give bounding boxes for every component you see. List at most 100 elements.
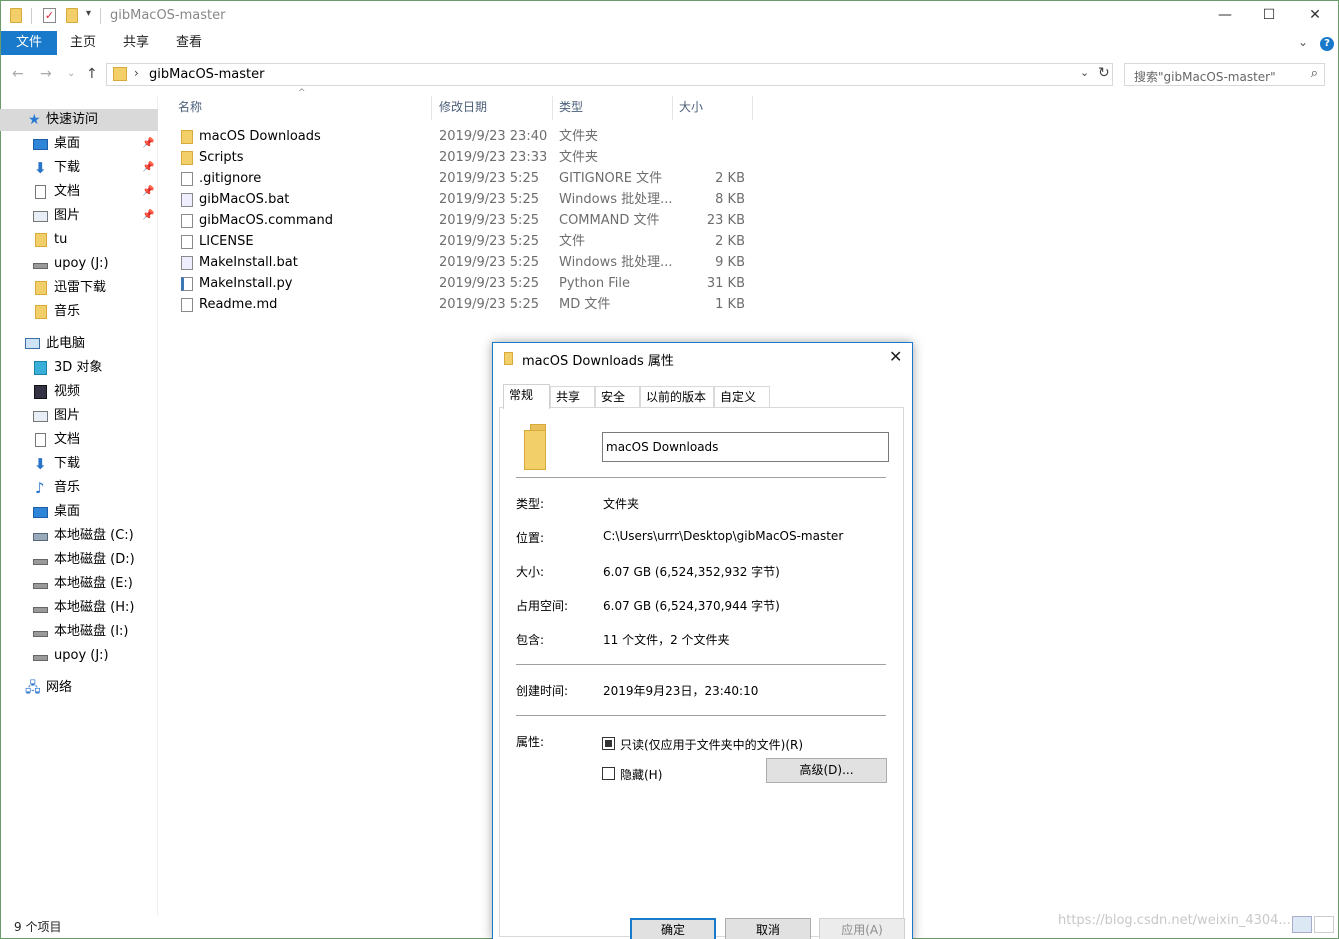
sidebar-item-upoy[interactable]: upoy (J:) bbox=[0, 253, 158, 275]
chevron-right-icon[interactable]: › bbox=[134, 66, 139, 80]
properties-quick-access-icon[interactable]: ✓ bbox=[43, 8, 56, 23]
navigation-bar: ← → ⌄ ↑ › gibMacOS-master ⌄ ↻ 搜索"gibMacO… bbox=[0, 60, 1339, 90]
sidebar-item-drive-d[interactable]: 本地磁盘 (D:) bbox=[0, 549, 158, 571]
pin-icon[interactable]: 📌 bbox=[142, 181, 154, 203]
large-icons-view-icon[interactable] bbox=[1314, 916, 1334, 933]
refresh-icon[interactable]: ↻ bbox=[1098, 65, 1110, 81]
maximize-button[interactable]: ☐ bbox=[1246, 0, 1292, 31]
close-button[interactable]: ✕ bbox=[1292, 0, 1338, 31]
tab-security[interactable]: 安全 bbox=[595, 386, 640, 408]
file-row[interactable]: MakeInstall.bat 2019/9/23 5:25 Windows 批… bbox=[170, 252, 760, 273]
file-row[interactable]: LICENSE 2019/9/23 5:25 文件 2 KB bbox=[170, 231, 760, 252]
tab-home[interactable]: 主页 bbox=[62, 31, 104, 55]
sidebar-item-videos[interactable]: 视频 bbox=[0, 381, 158, 403]
back-button[interactable]: ← bbox=[12, 66, 24, 82]
advanced-button[interactable]: 高级(D)... bbox=[766, 758, 887, 783]
address-path[interactable]: gibMacOS-master bbox=[149, 67, 264, 82]
sidebar-item-network[interactable]: 🖧 网络 bbox=[0, 677, 158, 699]
sidebar-item-desktop-pc[interactable]: 桌面 bbox=[0, 501, 158, 523]
tab-share[interactable]: 共享 bbox=[115, 31, 157, 55]
forward-button[interactable]: → bbox=[40, 66, 52, 82]
sidebar-item-pictures[interactable]: 图片 📌 bbox=[0, 205, 158, 227]
details-view-icon[interactable] bbox=[1292, 916, 1312, 933]
sidebar-item-drive-c[interactable]: 本地磁盘 (C:) bbox=[0, 525, 158, 547]
new-folder-quick-access-icon[interactable] bbox=[66, 8, 78, 23]
customize-quick-access-icon[interactable]: ▾ bbox=[86, 8, 91, 19]
location-value: C:\Users\urrr\Desktop\gibMacOS-master bbox=[603, 529, 844, 543]
sidebar-item-downloads[interactable]: ⬇ 下载 📌 bbox=[0, 157, 158, 179]
readonly-checkbox[interactable] bbox=[602, 737, 615, 750]
recent-locations-button[interactable]: ⌄ bbox=[67, 68, 75, 79]
sidebar-item-downloads-pc[interactable]: ⬇ 下载 bbox=[0, 453, 158, 475]
dialog-close-button[interactable]: ✕ bbox=[889, 347, 902, 366]
sidebar-item-drive-j[interactable]: upoy (J:) bbox=[0, 645, 158, 667]
file-row[interactable]: gibMacOS.command 2019/9/23 5:25 COMMAND … bbox=[170, 210, 760, 231]
column-header-type[interactable]: 类型 bbox=[559, 96, 669, 118]
sidebar-item-music[interactable]: ♪ 音乐 bbox=[0, 477, 158, 499]
properties-dialog: macOS Downloads 属性 ✕ 常规 共享 安全 以前的版本 自定义 … bbox=[492, 342, 913, 939]
pin-icon[interactable]: 📌 bbox=[142, 157, 154, 179]
file-modified: 2019/9/23 5:25 bbox=[439, 192, 539, 207]
sidebar-item-music-folder[interactable]: 音乐 bbox=[0, 301, 158, 323]
file-row[interactable]: macOS Downloads 2019/9/23 23:40 文件夹 bbox=[170, 126, 760, 147]
cancel-button[interactable]: 取消 bbox=[725, 918, 811, 939]
star-icon: ★ bbox=[28, 112, 41, 128]
address-dropdown-icon[interactable]: ⌄ bbox=[1080, 66, 1089, 79]
apply-button[interactable]: 应用(A) bbox=[819, 918, 905, 939]
column-divider[interactable] bbox=[672, 96, 673, 120]
file-row[interactable]: Scripts 2019/9/23 23:33 文件夹 bbox=[170, 147, 760, 168]
tab-file[interactable]: 文件 bbox=[1, 31, 57, 55]
folder-name-field[interactable] bbox=[602, 432, 889, 462]
sidebar-item-drive-i[interactable]: 本地磁盘 (I:) bbox=[0, 621, 158, 643]
file-modified: 2019/9/23 5:25 bbox=[439, 255, 539, 270]
ok-button[interactable]: 确定 bbox=[630, 918, 716, 939]
hidden-checkbox[interactable] bbox=[602, 767, 615, 780]
folder-icon bbox=[10, 8, 22, 23]
tab-previous-versions[interactable]: 以前的版本 bbox=[640, 386, 714, 408]
sidebar-item-quick-access[interactable]: ★ 快速访问 bbox=[0, 109, 158, 131]
sidebar-item-drive-h[interactable]: 本地磁盘 (H:) bbox=[0, 597, 158, 619]
sidebar-item-drive-e[interactable]: 本地磁盘 (E:) bbox=[0, 573, 158, 595]
sidebar-item-this-pc[interactable]: 此电脑 bbox=[0, 333, 158, 355]
file-row[interactable]: .gitignore 2019/9/23 5:25 GITIGNORE 文件 2… bbox=[170, 168, 760, 189]
file-name: gibMacOS.bat bbox=[199, 192, 290, 207]
sidebar-item-label: 下载 bbox=[54, 160, 81, 175]
hidden-label[interactable]: 隐藏(H) bbox=[620, 766, 662, 783]
sidebar-item-desktop[interactable]: 桌面 📌 bbox=[0, 133, 158, 155]
help-icon[interactable]: ? bbox=[1320, 37, 1334, 51]
minimize-button[interactable]: — bbox=[1202, 0, 1248, 31]
sidebar-item-label: 3D 对象 bbox=[54, 360, 103, 375]
tab-sharing[interactable]: 共享 bbox=[550, 386, 595, 408]
expand-ribbon-icon[interactable]: ⌄ bbox=[1298, 35, 1308, 49]
size-value: 6.07 GB (6,524,352,932 字节) bbox=[603, 565, 780, 579]
file-name: macOS Downloads bbox=[199, 129, 321, 144]
file-row[interactable]: gibMacOS.bat 2019/9/23 5:25 Windows 批处理.… bbox=[170, 189, 760, 210]
tab-general[interactable]: 常规 bbox=[503, 384, 550, 409]
sidebar-item-pictures-pc[interactable]: 图片 bbox=[0, 405, 158, 427]
sidebar-item-documents-pc[interactable]: 文档 bbox=[0, 429, 158, 451]
search-input[interactable]: 搜索"gibMacOS-master" ⌕ bbox=[1124, 63, 1325, 86]
sidebar-item-xunlei-downloads[interactable]: 迅雷下载 bbox=[0, 277, 158, 299]
sidebar-item-tu[interactable]: tu bbox=[0, 229, 158, 251]
sidebar-item-3d-objects[interactable]: 3D 对象 bbox=[0, 357, 158, 379]
column-divider[interactable] bbox=[431, 96, 432, 120]
tab-customize[interactable]: 自定义 bbox=[714, 386, 770, 408]
column-divider[interactable] bbox=[752, 96, 753, 120]
sidebar-item-label: upoy (J:) bbox=[54, 648, 109, 663]
pin-icon[interactable]: 📌 bbox=[142, 205, 154, 227]
address-bar[interactable]: › gibMacOS-master ⌄ ↻ bbox=[106, 63, 1113, 86]
column-header-modified[interactable]: 修改日期 bbox=[439, 96, 549, 118]
up-button[interactable]: ↑ bbox=[86, 66, 98, 82]
sidebar-item-documents[interactable]: 文档 📌 bbox=[0, 181, 158, 203]
tab-view[interactable]: 查看 bbox=[168, 31, 210, 55]
file-modified: 2019/9/23 5:25 bbox=[439, 213, 539, 228]
readonly-label[interactable]: 只读(仅应用于文件夹中的文件)(R) bbox=[620, 736, 803, 753]
column-header-name[interactable]: 名称 bbox=[178, 96, 428, 118]
column-divider[interactable] bbox=[552, 96, 553, 120]
column-header-size[interactable]: 大小 bbox=[679, 96, 749, 118]
computer-icon bbox=[25, 338, 40, 349]
file-row[interactable]: MakeInstall.py 2019/9/23 5:25 Python Fil… bbox=[170, 273, 760, 294]
type-value: 文件夹 bbox=[603, 497, 640, 511]
pin-icon[interactable]: 📌 bbox=[142, 133, 154, 155]
file-row[interactable]: Readme.md 2019/9/23 5:25 MD 文件 1 KB bbox=[170, 294, 760, 315]
